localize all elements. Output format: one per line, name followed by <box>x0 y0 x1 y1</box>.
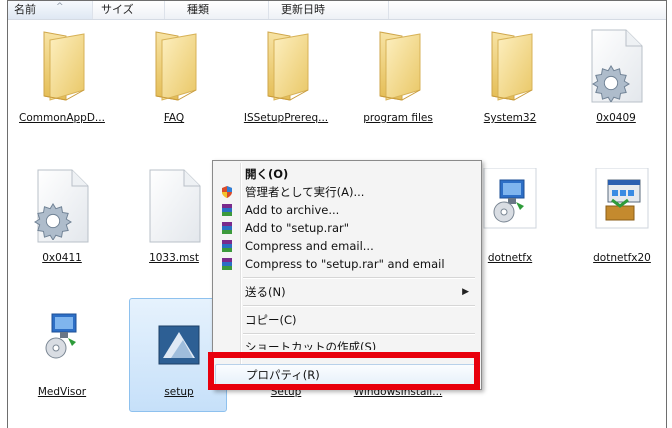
installer-icon <box>483 168 537 229</box>
menu-item-open[interactable]: 開く(O) <box>215 165 477 183</box>
file-item-1033-mst[interactable]: 1033.mst <box>126 168 222 278</box>
blank-file-icon <box>144 168 204 244</box>
menu-item-create-shortcut-label: ショートカットの作成(S) <box>245 340 377 350</box>
menu-item-add-to-setup-rar-label: Add to "setup.rar" <box>245 221 350 235</box>
menu-item-compress-and-email[interactable]: Compress and email... <box>215 237 477 255</box>
file-item-program-files[interactable]: program files <box>350 28 446 138</box>
shield-icon <box>222 186 232 198</box>
file-item-commonappdata[interactable]: CommonAppD... <box>14 28 110 138</box>
file-item-label: 1033.mst <box>149 252 199 264</box>
folder-icon <box>480 28 540 104</box>
file-item-label: System32 <box>483 112 537 124</box>
folder-icon <box>144 28 204 104</box>
installer-window-icon <box>595 168 649 229</box>
menu-item-copy-label: コピー(C) <box>245 313 297 327</box>
file-item-issetupprereq[interactable]: ISSetupPrereq... <box>238 28 334 138</box>
column-header-date[interactable]: 更新日時 <box>269 1 389 19</box>
column-header-name[interactable]: 名前 ^ <box>8 1 93 19</box>
settings-file-icon <box>586 28 646 104</box>
menu-item-compress-setup-rar-email-label: Compress to "setup.rar" and email <box>245 257 445 271</box>
menu-separator <box>243 305 475 307</box>
column-header-size[interactable]: サイズ <box>93 1 165 19</box>
menu-item-compress-and-email-label: Compress and email... <box>245 239 374 253</box>
column-header-bar: 名前 ^ サイズ 種類 更新日時 <box>8 1 666 20</box>
menu-item-add-to-archive-label: Add to archive... <box>245 203 340 217</box>
menu-item-copy[interactable]: コピー(C) <box>215 311 477 329</box>
column-header-type[interactable]: 種類 <box>165 1 269 19</box>
menu-item-run-as-admin-label: 管理者として実行(A)... <box>245 185 365 199</box>
menu-item-add-to-archive[interactable]: Add to archive... <box>215 201 477 219</box>
menu-item-send-to-label: 送る(N) <box>245 285 286 299</box>
column-header-size-label: サイズ <box>101 3 134 16</box>
file-item-system32[interactable]: System32 <box>462 28 558 138</box>
file-item-dotnetfx20[interactable]: dotnetfx20 <box>574 168 670 278</box>
file-item-label: program files <box>363 112 433 124</box>
file-item-0x0409[interactable]: 0x0409 <box>568 28 664 138</box>
menu-item-run-as-admin[interactable]: 管理者として実行(A)... <box>215 183 477 201</box>
file-item-faq[interactable]: FAQ <box>126 28 222 138</box>
winrar-icon <box>222 240 232 252</box>
window-border-left <box>7 0 8 428</box>
menu-separator <box>243 333 475 335</box>
file-item-medvisor[interactable]: MedVisor <box>14 302 110 412</box>
submenu-arrow-icon: ▶ <box>462 287 469 297</box>
menu-separator <box>243 277 475 279</box>
menu-item-compress-setup-rar-email[interactable]: Compress to "setup.rar" and email <box>215 255 477 273</box>
settings-file-icon <box>32 168 92 244</box>
folder-icon <box>32 28 92 104</box>
menu-item-add-to-setup-rar[interactable]: Add to "setup.rar" <box>215 219 477 237</box>
folder-icon <box>368 28 428 104</box>
menu-item-create-shortcut[interactable]: ショートカットの作成(S) <box>215 338 477 350</box>
column-header-name-label: 名前 <box>14 3 36 16</box>
menu-item-open-label: 開く(O) <box>245 167 289 181</box>
file-item-label: 0x0409 <box>596 112 636 124</box>
winrar-icon <box>222 222 232 234</box>
file-item-label: ISSetupPrereq... <box>243 112 329 124</box>
folder-icon <box>256 28 316 104</box>
column-header-type-label: 種類 <box>187 3 209 16</box>
column-header-date-label: 更新日時 <box>281 3 325 16</box>
winrar-icon <box>222 204 232 216</box>
file-item-label: dotnetfx20 <box>593 252 651 264</box>
file-item-label: 0x0411 <box>42 252 82 264</box>
winrar-icon <box>222 258 232 270</box>
menu-item-send-to[interactable]: 送る(N) ▶ <box>215 283 477 301</box>
file-item-label: MedVisor <box>37 386 87 398</box>
file-item-label: FAQ <box>163 112 185 124</box>
highlight-annotation-box <box>208 352 480 390</box>
file-item-label: CommonAppD... <box>19 112 105 124</box>
sort-ascending-icon: ^ <box>56 2 64 12</box>
installer-icon <box>45 313 77 359</box>
file-item-0x0411[interactable]: 0x0411 <box>14 168 110 278</box>
